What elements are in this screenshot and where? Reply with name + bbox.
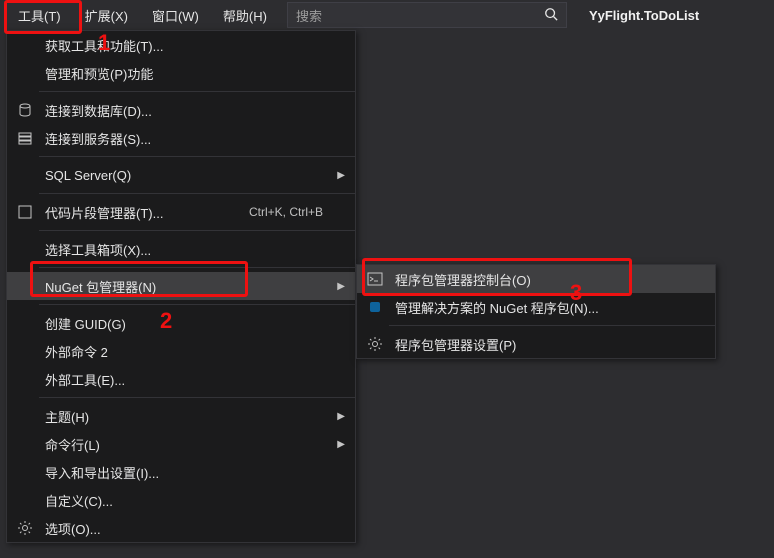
item-connect-db[interactable]: 连接到数据库(D)... [7, 96, 355, 124]
search-placeholder: 搜索 [296, 6, 544, 25]
nuget-submenu: 程序包管理器控制台(O) 管理解决方案的 NuGet 程序包(N)... 程序包… [356, 264, 716, 359]
item-ext-cmd2[interactable]: 外部命令 2 [7, 337, 355, 365]
label: 管理和预览(P)功能 [37, 64, 333, 83]
item-sql-server[interactable]: SQL Server(Q) ▶ [7, 161, 355, 189]
label: 创建 GUID(G) [37, 314, 333, 333]
menu-extensions[interactable]: 扩展(X) [73, 1, 140, 30]
item-manage-preview[interactable]: 管理和预览(P)功能 [7, 59, 355, 87]
item-options[interactable]: 选项(O)... [7, 514, 355, 542]
chevron-right-icon: ▶ [333, 411, 345, 422]
database-icon [13, 100, 37, 120]
separator [39, 91, 355, 92]
item-connect-server[interactable]: 连接到服务器(S)... [7, 124, 355, 152]
snippet-icon [13, 202, 37, 222]
server-icon [13, 128, 37, 148]
label: 导入和导出设置(I)... [37, 463, 333, 482]
subitem-manage[interactable]: 管理解决方案的 NuGet 程序包(N)... [357, 293, 715, 321]
label: NuGet 包管理器(N) [37, 277, 333, 296]
label: 连接到数据库(D)... [37, 101, 333, 120]
separator [39, 397, 355, 398]
menubar: 工具(T) 扩展(X) 窗口(W) 帮助(H) 搜索 YyFlight.ToDo… [0, 0, 774, 30]
blank-icon [13, 165, 37, 185]
search-box[interactable]: 搜索 [287, 2, 567, 28]
item-toolbox[interactable]: 选择工具箱项(X)... [7, 235, 355, 263]
label: 获取工具和功能(T)... [37, 36, 333, 55]
label: 连接到服务器(S)... [37, 129, 333, 148]
item-nuget[interactable]: NuGet 包管理器(N) ▶ [7, 272, 355, 300]
item-customize[interactable]: 自定义(C)... [7, 486, 355, 514]
menu-help[interactable]: 帮助(H) [211, 1, 279, 30]
item-get-tools[interactable]: 获取工具和功能(T)... [7, 31, 355, 59]
separator [389, 325, 715, 326]
gear-icon [13, 518, 37, 538]
item-code-snippet[interactable]: 代码片段管理器(T)... Ctrl+K, Ctrl+B [7, 198, 355, 226]
blank-icon [13, 490, 37, 510]
project-name: YyFlight.ToDoList [567, 8, 715, 23]
separator [39, 156, 355, 157]
shortcut: Ctrl+K, Ctrl+B [249, 205, 333, 219]
label: 程序包管理器控制台(O) [387, 270, 705, 289]
label: 自定义(C)... [37, 491, 333, 510]
package-icon [363, 297, 387, 317]
separator [39, 230, 355, 231]
label: 程序包管理器设置(P) [387, 335, 705, 354]
label: SQL Server(Q) [37, 168, 333, 183]
blank-icon [13, 406, 37, 426]
gear-icon [363, 334, 387, 354]
menu-window[interactable]: 窗口(W) [140, 1, 211, 30]
label: 管理解决方案的 NuGet 程序包(N)... [387, 298, 705, 317]
chevron-right-icon: ▶ [333, 439, 345, 450]
chevron-right-icon: ▶ [333, 281, 345, 292]
chevron-right-icon: ▶ [333, 170, 345, 181]
blank-icon [13, 434, 37, 454]
search-icon [544, 7, 558, 24]
blank-icon [13, 276, 37, 296]
item-create-guid[interactable]: 创建 GUID(G) [7, 309, 355, 337]
blank-icon [13, 35, 37, 55]
label: 选项(O)... [37, 519, 333, 538]
item-theme[interactable]: 主题(H) ▶ [7, 402, 355, 430]
label: 主题(H) [37, 407, 333, 426]
label: 外部工具(E)... [37, 370, 333, 389]
tools-dropdown: 获取工具和功能(T)... 管理和预览(P)功能 连接到数据库(D)... 连接… [6, 30, 356, 543]
label: 选择工具箱项(X)... [37, 240, 333, 259]
subitem-console[interactable]: 程序包管理器控制台(O) [357, 265, 715, 293]
item-cmdline[interactable]: 命令行(L) ▶ [7, 430, 355, 458]
subitem-settings[interactable]: 程序包管理器设置(P) [357, 330, 715, 358]
blank-icon [13, 313, 37, 333]
label: 命令行(L) [37, 435, 333, 454]
blank-icon [13, 462, 37, 482]
blank-icon [13, 369, 37, 389]
blank-icon [13, 63, 37, 83]
label: 代码片段管理器(T)... [37, 203, 249, 222]
separator [39, 304, 355, 305]
menu-tools[interactable]: 工具(T) [6, 1, 73, 30]
label: 外部命令 2 [37, 342, 333, 361]
item-ext-tools[interactable]: 外部工具(E)... [7, 365, 355, 393]
item-import-export[interactable]: 导入和导出设置(I)... [7, 458, 355, 486]
blank-icon [13, 341, 37, 361]
console-icon [363, 269, 387, 289]
separator [39, 193, 355, 194]
blank-icon [13, 239, 37, 259]
separator [39, 267, 355, 268]
